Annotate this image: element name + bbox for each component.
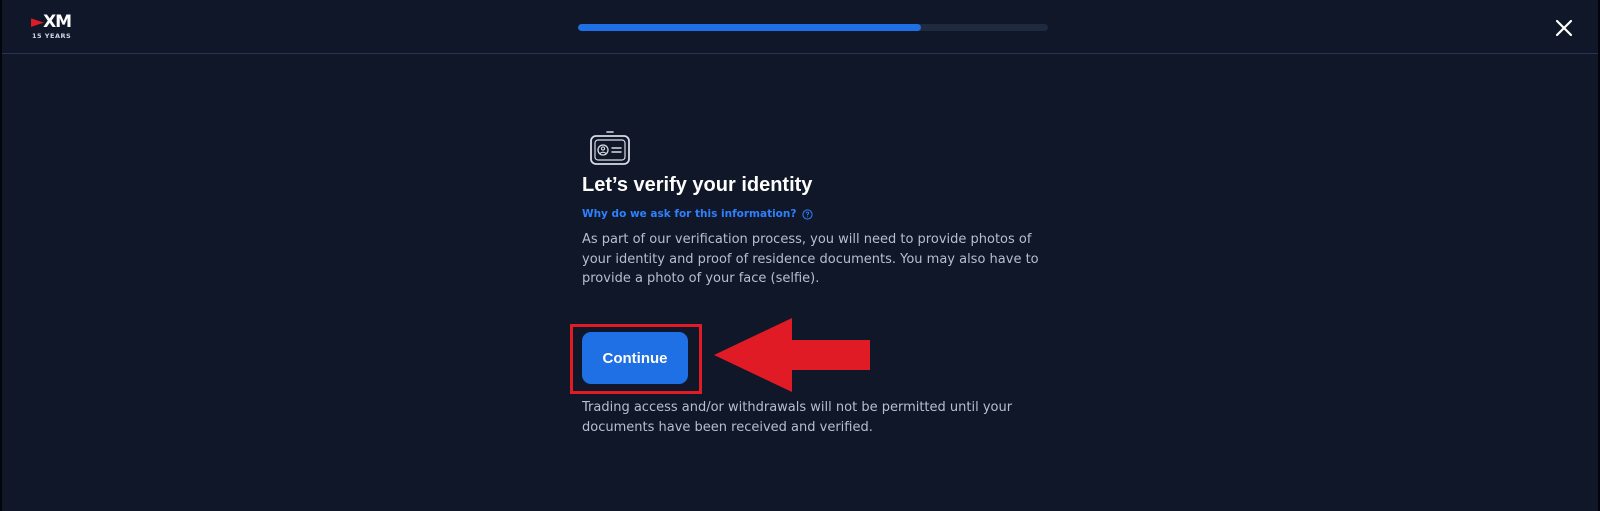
why-info-text: Why do we ask for this information?	[582, 208, 797, 220]
logo-text: XM	[43, 12, 72, 32]
continue-button[interactable]: Continue	[582, 332, 688, 384]
id-card-icon	[590, 131, 630, 165]
left-arrow-annotation	[714, 318, 870, 392]
page-title: Let’s verify your identity	[582, 174, 813, 196]
trading-access-note: Trading access and/or withdrawals will n…	[582, 400, 1013, 435]
xm-logo: ►XM 15 YEARS	[31, 12, 72, 42]
verification-description: As part of our verification process, you…	[582, 232, 1039, 286]
close-button[interactable]	[1554, 18, 1574, 38]
progress-bar	[578, 24, 1048, 31]
close-icon	[1555, 19, 1573, 37]
question-circle-icon	[802, 208, 814, 220]
why-info-link[interactable]: Why do we ask for this information?	[582, 208, 814, 220]
top-bar: ►XM 15 YEARS	[2, 0, 1598, 54]
logo-subtitle: 15 YEARS	[32, 32, 72, 40]
progress-bar-fill	[578, 24, 922, 31]
verification-page: ►XM 15 YEARS Let’s verify your identity …	[0, 0, 1600, 511]
logo-accent: ►	[31, 12, 44, 32]
